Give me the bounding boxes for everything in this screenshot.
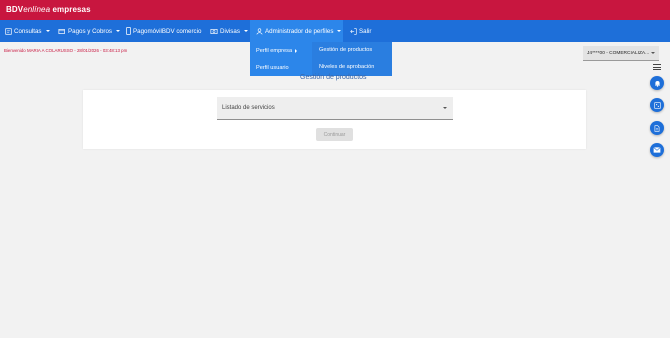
qr-code-icon <box>653 101 661 109</box>
chevron-right-icon <box>295 48 298 53</box>
logout-icon <box>350 27 357 35</box>
chevron-down-icon <box>443 107 447 109</box>
users-icon <box>256 27 263 35</box>
nav-pagos-cobros[interactable]: Pagos y Cobros <box>58 20 121 42</box>
chevron-down-icon <box>243 30 248 32</box>
nav-pagomovil[interactable]: PagomóvilBDV comercio <box>126 20 201 42</box>
top-bar: BDVenlínea empresas <box>0 0 670 20</box>
menu-item-perfil-empresa-label: Perfil empresa <box>256 48 293 54</box>
nav-admin-perfiles[interactable]: Administrador de perfiles <box>250 20 343 42</box>
nav-consultas[interactable]: Consultas <box>5 20 50 42</box>
main-navbar: Consultas Pagos y Cobros PagomóvilBDV co… <box>0 20 670 42</box>
mobile-phone-icon <box>126 27 131 35</box>
menu-item-perfil-usuario-label: Perfil usuario <box>256 65 289 71</box>
nav-pagomovil-label: PagomóvilBDV comercio <box>133 27 202 35</box>
dropdown-main-list: Perfil empresa Perfil usuario <box>250 42 310 76</box>
dropdown-submenu: Gestión de productos Niveles de aprobaci… <box>312 42 392 76</box>
account-select[interactable]: J4****00 - COMERCIALIZA... <box>583 46 659 61</box>
service-select[interactable]: Listado de servicios <box>217 97 453 120</box>
nav-consultas-label: Consultas <box>14 27 42 35</box>
notification-fab[interactable] <box>650 76 664 90</box>
chevron-down-icon <box>651 52 655 54</box>
hamburger-menu-icon[interactable] <box>653 64 661 70</box>
page-title: Gestión de productos <box>300 74 367 81</box>
nav-divisas-label: Divisas <box>220 27 240 35</box>
nav-pagos-cobros-label: Pagos y Cobros <box>68 27 113 35</box>
admin-perfiles-dropdown: Perfil empresa Perfil usuario Gestión de… <box>250 42 392 76</box>
document-icon <box>654 124 660 132</box>
service-select-placeholder: Listado de servicios <box>222 105 275 111</box>
menu-item-perfil-usuario[interactable]: Perfil usuario <box>256 65 289 71</box>
submenu-niveles-aprobacion[interactable]: Niveles de aprobación <box>319 64 374 70</box>
continue-button[interactable]: Continuar <box>316 128 353 141</box>
chevron-down-icon <box>337 30 342 32</box>
nav-salir-label: Salir <box>359 27 372 35</box>
nav-divisas[interactable]: Divisas <box>210 20 248 42</box>
nav-admin-perfiles-label: Administrador de perfiles <box>265 27 334 35</box>
brand-part1: BDV <box>6 5 24 14</box>
brand-part3: empresas <box>50 5 91 14</box>
brand-logo[interactable]: BDVenlínea empresas <box>6 5 91 14</box>
mail-fab[interactable] <box>650 143 664 157</box>
brand-part2: enlínea <box>23 5 51 14</box>
submenu-gestion-productos[interactable]: Gestión de productos <box>319 47 372 53</box>
chevron-down-icon <box>116 30 121 32</box>
mail-icon <box>653 147 661 153</box>
document-fab[interactable] <box>650 121 664 135</box>
chevron-down-icon <box>45 30 50 32</box>
currency-exchange-icon <box>210 28 218 34</box>
main-card: Listado de servicios Continuar <box>83 90 586 149</box>
account-select-value: J4****00 - COMERCIALIZA... <box>587 51 650 56</box>
notification-bell-icon <box>654 80 660 87</box>
document-search-icon <box>5 27 12 35</box>
qr-fab[interactable] <box>650 98 664 112</box>
welcome-message: Bienvenido MARIA A COLARUSSO - 28/01/202… <box>4 48 128 53</box>
nav-salir[interactable]: Salir <box>350 20 371 42</box>
payments-icon <box>58 28 65 34</box>
menu-item-perfil-empresa[interactable]: Perfil empresa <box>256 48 298 54</box>
